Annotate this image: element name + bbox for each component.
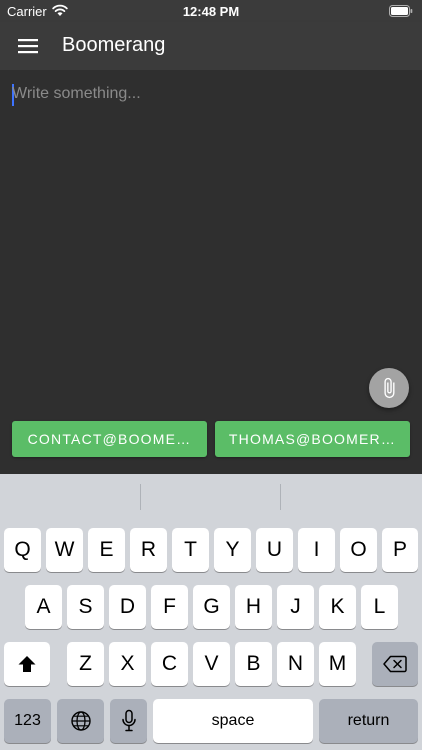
key-q[interactable]: Q bbox=[4, 528, 41, 572]
key-v[interactable]: V bbox=[193, 642, 230, 686]
key-j[interactable]: J bbox=[277, 585, 314, 629]
key-c[interactable]: C bbox=[151, 642, 188, 686]
status-bar: Carrier 12:48 PM bbox=[0, 0, 422, 22]
suggestion-divider bbox=[280, 484, 281, 510]
key-i[interactable]: I bbox=[298, 528, 335, 572]
microphone-icon bbox=[121, 709, 136, 732]
recipient-chip-thomas[interactable]: THOMAS@BOOMER… bbox=[215, 421, 410, 457]
key-x[interactable]: X bbox=[109, 642, 146, 686]
key-n[interactable]: N bbox=[277, 642, 314, 686]
key-m[interactable]: M bbox=[319, 642, 356, 686]
numbers-key[interactable]: 123 bbox=[4, 699, 51, 743]
key-a[interactable]: A bbox=[25, 585, 62, 629]
globe-key[interactable] bbox=[57, 699, 104, 743]
key-g[interactable]: G bbox=[193, 585, 230, 629]
key-h[interactable]: H bbox=[235, 585, 272, 629]
key-b[interactable]: B bbox=[235, 642, 272, 686]
compose-area: CONTACT@BOOME… THOMAS@BOOMER… bbox=[0, 70, 422, 474]
key-o[interactable]: O bbox=[340, 528, 377, 572]
app-title: Boomerang bbox=[62, 34, 166, 56]
clock: 12:48 PM bbox=[182, 4, 240, 19]
suggestion-divider bbox=[140, 484, 141, 510]
key-u[interactable]: U bbox=[256, 528, 293, 572]
key-y[interactable]: Y bbox=[214, 528, 251, 572]
key-p[interactable]: P bbox=[382, 528, 418, 572]
shift-icon bbox=[18, 656, 36, 672]
key-l[interactable]: L bbox=[361, 585, 398, 629]
key-z[interactable]: Z bbox=[67, 642, 104, 686]
key-d[interactable]: D bbox=[109, 585, 146, 629]
attach-button[interactable] bbox=[369, 368, 409, 408]
key-r[interactable]: R bbox=[130, 528, 167, 572]
backspace-icon bbox=[383, 655, 407, 673]
app-bar: Boomerang bbox=[0, 22, 422, 70]
paperclip-icon bbox=[384, 377, 395, 399]
key-k[interactable]: K bbox=[319, 585, 356, 629]
message-input[interactable] bbox=[12, 82, 412, 106]
menu-icon[interactable] bbox=[18, 38, 38, 54]
return-key[interactable]: return bbox=[319, 699, 418, 743]
backspace-key[interactable] bbox=[372, 642, 418, 686]
recipient-chip-contact[interactable]: CONTACT@BOOME… bbox=[12, 421, 207, 457]
key-t[interactable]: T bbox=[172, 528, 209, 572]
keyboard: Q W E R T Y U I O P A S D F G H J K L Z … bbox=[0, 474, 422, 750]
key-w[interactable]: W bbox=[46, 528, 83, 572]
space-key[interactable]: space bbox=[153, 699, 313, 743]
key-e[interactable]: E bbox=[88, 528, 125, 572]
battery-icon bbox=[389, 5, 413, 17]
key-f[interactable]: F bbox=[151, 585, 188, 629]
shift-key[interactable] bbox=[4, 642, 50, 686]
microphone-key[interactable] bbox=[110, 699, 147, 743]
key-s[interactable]: S bbox=[67, 585, 104, 629]
globe-icon bbox=[70, 711, 91, 731]
